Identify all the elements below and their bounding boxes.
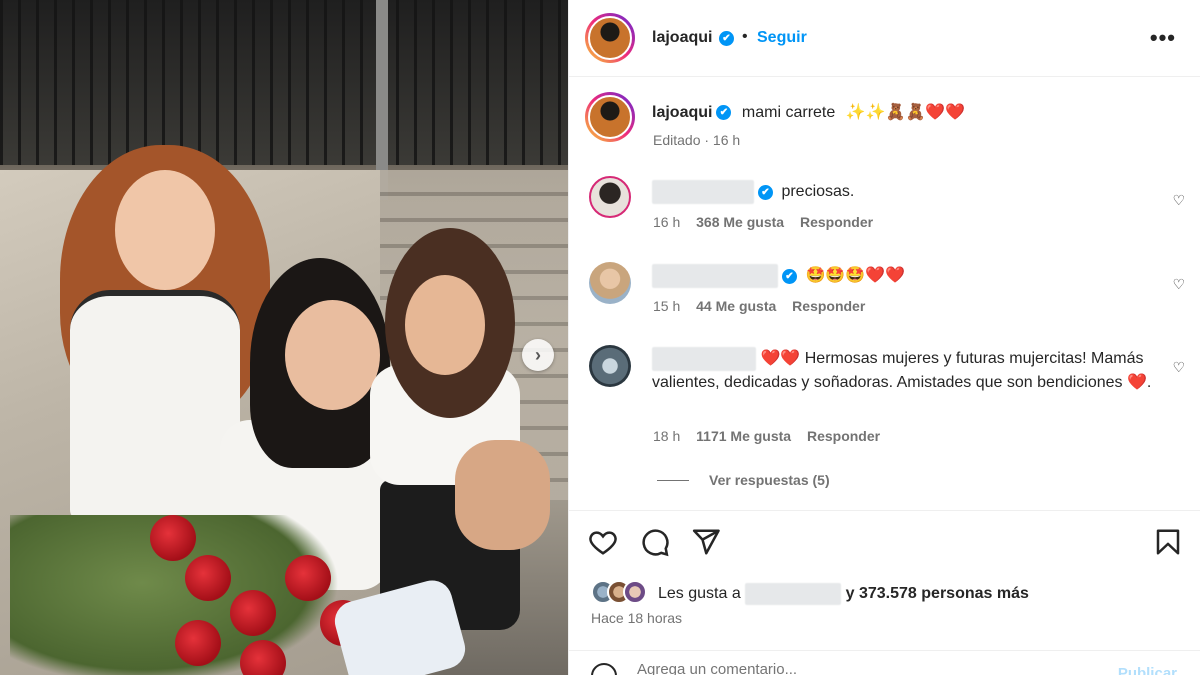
emoji-picker-icon[interactable] bbox=[591, 663, 617, 675]
author-avatar[interactable] bbox=[585, 13, 635, 63]
comment-text: preciosas. bbox=[781, 183, 855, 201]
photo-girl-right-face bbox=[405, 275, 485, 375]
liker-avatars[interactable] bbox=[591, 580, 655, 604]
comment-input[interactable] bbox=[637, 661, 1037, 675]
comment-bubble-icon[interactable] bbox=[640, 527, 672, 559]
more-options-icon[interactable]: ••• bbox=[1150, 25, 1176, 51]
commenter-name-blurred[interactable] bbox=[652, 264, 778, 288]
caption-line: lajoaqui ✔ mami carrete ✨✨🧸🧸❤️❤️ bbox=[652, 102, 965, 122]
comment-likes[interactable]: 1171 Me gusta bbox=[696, 428, 791, 444]
caption-meta: Editado · 16 h bbox=[653, 132, 741, 148]
view-replies-button[interactable]: Ver respuestas (5) bbox=[657, 472, 830, 488]
post-image: › bbox=[0, 0, 568, 675]
commenter-name-blurred[interactable] bbox=[652, 180, 754, 204]
liker-name-blurred[interactable] bbox=[745, 583, 842, 605]
photo-fence-background bbox=[0, 0, 568, 165]
caption-username[interactable]: lajoaqui bbox=[652, 104, 712, 121]
caption-emojis: ✨✨🧸🧸❤️❤️ bbox=[845, 104, 966, 121]
comment-line: ❤️❤️ Hermosas mujeres y futuras mujercit… bbox=[652, 347, 1152, 394]
author-username[interactable]: lajoaqui bbox=[652, 29, 712, 47]
post-timestamp[interactable]: Hace 18 horas bbox=[591, 610, 682, 626]
verified-badge-icon: ✔ bbox=[758, 184, 773, 200]
reply-button[interactable]: Responder bbox=[792, 298, 865, 314]
commenter-avatar[interactable] bbox=[589, 345, 631, 387]
action-bar bbox=[569, 510, 1200, 570]
post-comment-button[interactable]: Publicar bbox=[1118, 665, 1177, 675]
comment-meta: 15 h 44 Me gusta Responder bbox=[653, 298, 865, 314]
post-header: lajoaqui ✔ • Seguir ••• bbox=[569, 0, 1200, 77]
liker-avatar bbox=[623, 580, 647, 604]
likes-summary: Les gusta a y 373.578 personas más bbox=[569, 578, 1200, 606]
commenter-avatar[interactable] bbox=[589, 262, 631, 304]
comment-time: 16 h bbox=[653, 214, 681, 230]
follow-button[interactable]: Seguir bbox=[757, 29, 807, 47]
commenter-avatar[interactable] bbox=[589, 176, 631, 218]
like-heart-icon[interactable] bbox=[588, 527, 620, 559]
commenter-name-blurred[interactable] bbox=[652, 347, 756, 371]
likes-text[interactable]: Les gusta a y 373.578 personas más bbox=[658, 583, 1029, 605]
comment-time: 15 h bbox=[653, 298, 681, 314]
comment-meta: 16 h 368 Me gusta Responder bbox=[653, 214, 873, 230]
comment-meta: 18 h 1171 Me gusta Responder bbox=[653, 428, 880, 444]
likes-prefix: Les gusta a bbox=[658, 585, 741, 603]
comment-like-heart-icon[interactable]: ♡ bbox=[1172, 276, 1185, 293]
verified-badge-icon: ✔ bbox=[782, 268, 797, 284]
comment-like-heart-icon[interactable]: ♡ bbox=[1172, 192, 1185, 209]
comment-line: ✔ preciosas. bbox=[652, 180, 854, 204]
photo-rose bbox=[230, 590, 276, 636]
photo-rose bbox=[285, 555, 331, 601]
caption-author-avatar[interactable] bbox=[585, 92, 635, 142]
comment-like-heart-icon[interactable]: ♡ bbox=[1172, 359, 1185, 376]
verified-badge-icon: ✔ bbox=[719, 31, 734, 46]
add-comment-bar: Publicar bbox=[569, 650, 1200, 675]
comment-text: 🤩🤩🤩❤️❤️ bbox=[805, 267, 906, 285]
comment-likes[interactable]: 44 Me gusta bbox=[696, 298, 776, 314]
replies-divider bbox=[657, 479, 689, 481]
photo-woman-face bbox=[285, 300, 380, 410]
photo-arm bbox=[455, 440, 550, 550]
view-replies-label: Ver respuestas (5) bbox=[709, 472, 830, 488]
photo-rose bbox=[175, 620, 221, 666]
caption-text: mami carrete bbox=[741, 104, 836, 121]
reply-button[interactable]: Responder bbox=[807, 428, 880, 444]
photo-girl-left-shirt bbox=[70, 290, 240, 520]
photo-rose bbox=[150, 515, 196, 561]
carousel-next-button[interactable]: › bbox=[522, 339, 554, 371]
comment-time: 18 h bbox=[653, 428, 681, 444]
reply-button[interactable]: Responder bbox=[800, 214, 873, 230]
likes-count[interactable]: y 373.578 personas más bbox=[846, 585, 1029, 602]
save-bookmark-icon[interactable] bbox=[1153, 527, 1185, 559]
verified-badge-icon: ✔ bbox=[716, 105, 732, 121]
comment-likes[interactable]: 368 Me gusta bbox=[696, 214, 784, 230]
photo-girl-left-face bbox=[115, 170, 215, 290]
photo-rose bbox=[185, 555, 231, 601]
comment-line: ✔ 🤩🤩🤩❤️❤️ bbox=[652, 264, 905, 288]
header-separator: • bbox=[742, 28, 748, 45]
post-panel: lajoaqui ✔ • Seguir ••• lajoaqui ✔ mami c… bbox=[568, 0, 1200, 675]
share-paper-plane-icon[interactable] bbox=[691, 527, 723, 559]
